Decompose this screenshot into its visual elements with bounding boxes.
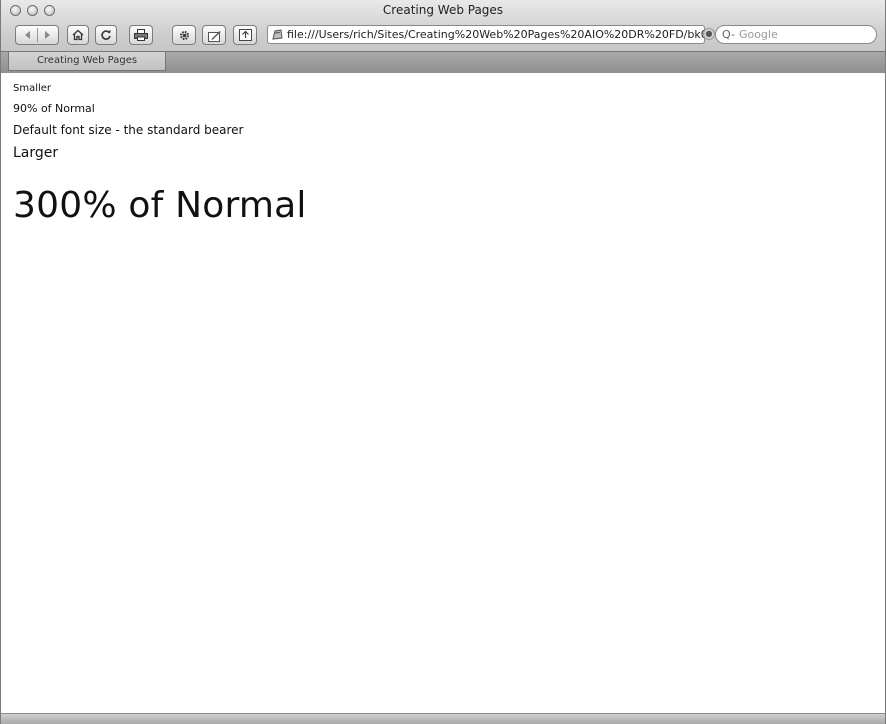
print-button[interactable] <box>129 25 153 45</box>
reload-button[interactable] <box>95 25 117 45</box>
search-icon: Q- <box>722 28 735 41</box>
tab-creating-web-pages[interactable]: Creating Web Pages <box>8 52 166 71</box>
search-placeholder: Google <box>738 28 778 41</box>
address-bar[interactable]: file:///Users/rich/Sites/Creating%20Web%… <box>267 25 705 44</box>
window-chrome: Creating Web Pages file:///Users/rich/Si… <box>1 0 885 73</box>
status-bar <box>1 713 885 724</box>
text-300-percent: 300% of Normal <box>13 185 307 226</box>
home-icon <box>72 29 84 41</box>
forward-arrow-icon[interactable] <box>42 30 52 40</box>
browser-window: Creating Web Pages file:///Users/rich/Si… <box>0 0 886 724</box>
page-content: Smaller 90% of Normal Default font size … <box>13 76 873 226</box>
gear-icon <box>178 29 191 42</box>
pencil-icon <box>207 29 221 42</box>
file-icon <box>272 29 283 40</box>
window-title: Creating Web Pages <box>382 3 504 17</box>
home-button[interactable] <box>67 25 89 45</box>
text-larger: Larger <box>13 145 59 161</box>
search-field[interactable]: Q- Google <box>715 25 877 44</box>
print-icon <box>134 29 148 41</box>
edit-button[interactable] <box>202 25 226 45</box>
settings-button[interactable] <box>172 25 196 45</box>
reload-icon <box>100 29 112 41</box>
text-smaller: Smaller <box>13 83 52 94</box>
back-arrow-icon[interactable] <box>23 30 33 40</box>
add-bookmark-button[interactable] <box>233 25 257 45</box>
tab-bar: Creating Web Pages <box>1 51 885 73</box>
toolbar: file:///Users/rich/Sites/Creating%20Web%… <box>1 22 885 48</box>
url-text: file:///Users/rich/Sites/Creating%20Web%… <box>287 28 704 41</box>
snapback-button[interactable]: ● <box>703 28 715 40</box>
text-default-size: Default font size - the standard bearer <box>13 123 244 137</box>
add-bookmark-icon <box>238 29 252 41</box>
text-90-percent: 90% of Normal <box>13 102 95 115</box>
back-forward-buttons <box>15 25 59 45</box>
